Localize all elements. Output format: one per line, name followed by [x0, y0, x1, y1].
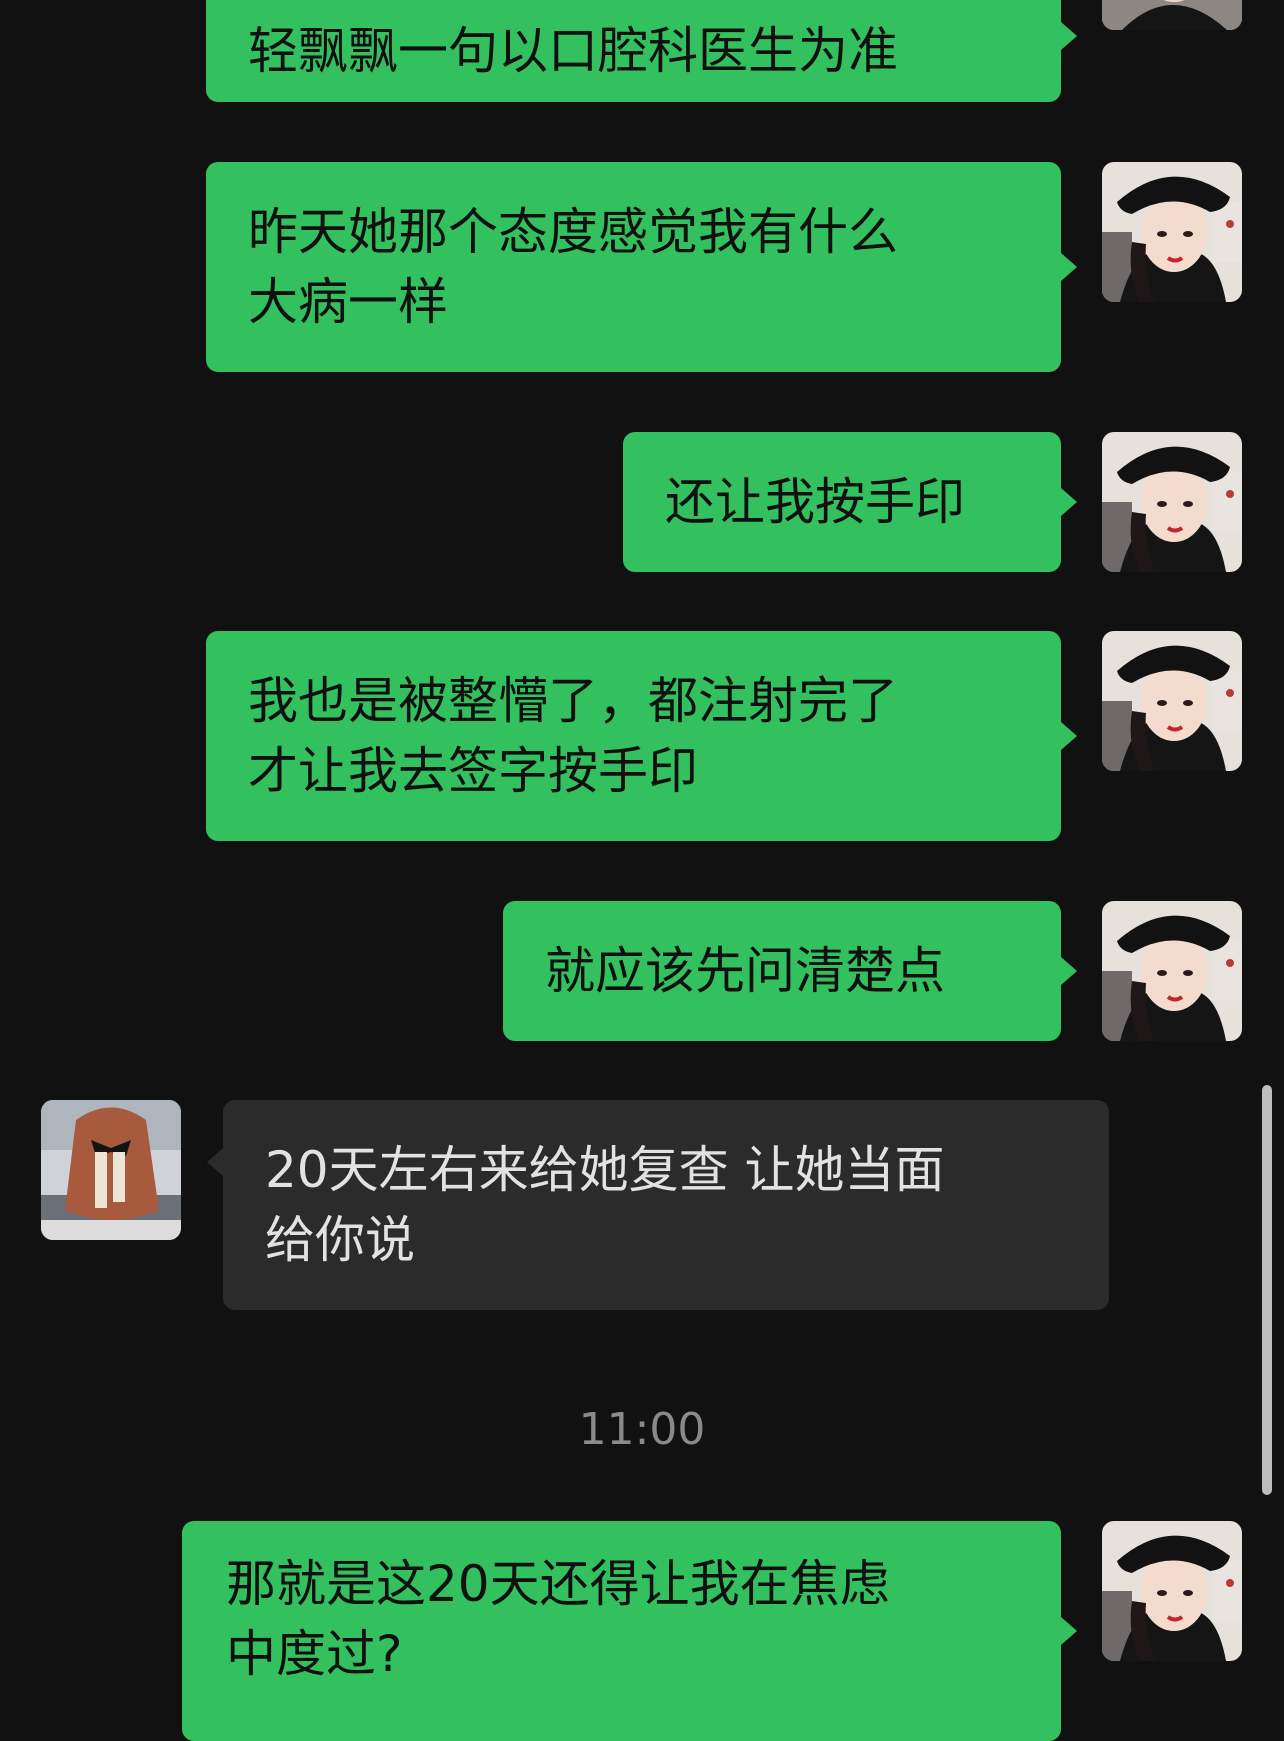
self-avatar[interactable] [1102, 0, 1242, 30]
message-text: 就应该先问清楚点 [545, 942, 945, 1000]
avatar-woman-black-hat-icon [1102, 631, 1242, 771]
message-text-line: 中度过? [226, 1625, 403, 1683]
message-text: 还让我按手印 [665, 473, 965, 531]
avatar-woman-black-hat-icon [1102, 0, 1242, 30]
avatar-woman-black-hat-icon [1102, 432, 1242, 572]
self-avatar[interactable] [1102, 162, 1242, 302]
message-text-line: 昨天她那个态度感觉我有什么 [248, 203, 898, 261]
message-text: 轻飘飘一句以口腔科医生为准 [248, 22, 898, 80]
message-bubble-outgoing[interactable]: 昨天她那个态度感觉我有什么 大病一样 [206, 162, 1077, 372]
self-avatar[interactable] [1102, 631, 1242, 771]
message-bubble-outgoing[interactable]: 就应该先问清楚点 [503, 901, 1077, 1041]
avatar-woman-black-hat-icon [1102, 162, 1242, 302]
message-text-line: 给你说 [265, 1211, 415, 1269]
message-text-line: 那就是这20天还得让我在焦虑 [226, 1555, 890, 1613]
contact-avatar[interactable] [41, 1100, 181, 1240]
avatar-girl-hair-bow-icon [41, 1100, 181, 1240]
self-avatar[interactable] [1102, 1521, 1242, 1661]
avatar-woman-black-hat-icon [1102, 1521, 1242, 1661]
message-text-line: 20天左右来给她复查 让她当面 [265, 1141, 945, 1199]
message-bubble-incoming[interactable]: 20天左右来给她复查 让她当面 给你说 [207, 1100, 1109, 1310]
self-avatar[interactable] [1102, 901, 1242, 1041]
message-timestamp: 11:00 [578, 1404, 706, 1455]
scrollbar[interactable] [1262, 1085, 1272, 1495]
message-bubble-outgoing[interactable]: 那就是这20天还得让我在焦虑 中度过? [182, 1521, 1077, 1741]
message-bubble-outgoing[interactable]: 我也是被整懵了，都注射完了 才让我去签字按手印 [206, 631, 1077, 841]
message-bubble-outgoing[interactable]: 还让我按手印 [623, 432, 1077, 572]
message-bubble-outgoing[interactable]: 轻飘飘一句以口腔科医生为准 [206, 0, 1077, 102]
avatar-woman-black-hat-icon [1102, 901, 1242, 1041]
chat-message-list[interactable]: 轻飘飘一句以口腔科医生为准 昨天她那个态度感觉我有什么 大病一样 还让我按手印 … [0, 0, 1284, 1741]
self-avatar[interactable] [1102, 432, 1242, 572]
message-text-line: 我也是被整懵了，都注射完了 [248, 672, 898, 730]
message-text-line: 大病一样 [248, 273, 448, 331]
message-text-line: 才让我去签字按手印 [248, 742, 698, 800]
